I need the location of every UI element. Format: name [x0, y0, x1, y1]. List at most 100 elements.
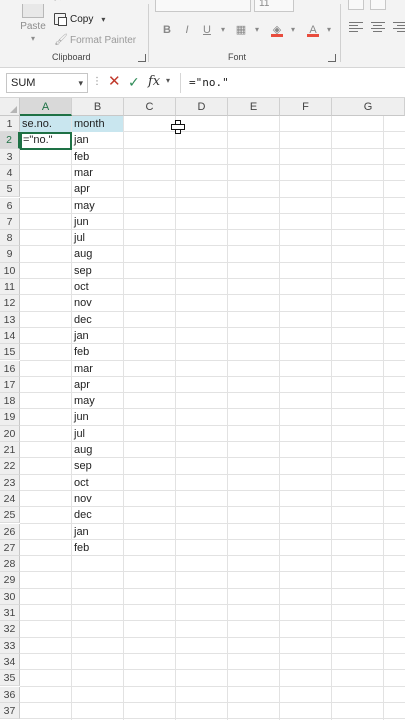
clipboard-launcher-icon[interactable] — [138, 54, 146, 62]
cell-b4[interactable]: mar — [72, 165, 123, 181]
chevron-down-icon[interactable]: ▾ — [78, 74, 83, 92]
cell-b9[interactable]: aug — [72, 246, 123, 262]
cell-b5[interactable]: apr — [72, 181, 123, 197]
select-all-button[interactable] — [0, 98, 20, 116]
cell-b8[interactable]: jul — [72, 230, 123, 246]
bold-button[interactable]: B — [158, 22, 176, 38]
row-header-2[interactable]: 2 — [0, 132, 20, 149]
row-header-32[interactable]: 32 — [0, 621, 20, 638]
row-header-19[interactable]: 19 — [0, 409, 20, 426]
row-header-1[interactable]: 1 — [0, 116, 20, 133]
cell-b22[interactable]: sep — [72, 458, 123, 474]
row-header-7[interactable]: 7 — [0, 213, 20, 231]
row-header-15[interactable]: 15 — [0, 344, 20, 361]
chevron-down-icon[interactable]: ▾ — [284, 22, 302, 38]
active-cell-a2[interactable]: ="no." — [20, 132, 72, 150]
row-header-22[interactable]: 22 — [0, 458, 20, 475]
column-header-e[interactable]: E — [228, 98, 280, 116]
row-header-12[interactable]: 12 — [0, 295, 20, 312]
cell-b10[interactable]: sep — [72, 263, 123, 279]
row-header-37[interactable]: 37 — [0, 702, 20, 720]
name-box[interactable]: SUM ▾ — [6, 73, 88, 93]
column-header-c[interactable]: C — [124, 98, 176, 116]
cell-a1[interactable]: se.no. — [20, 116, 71, 133]
row-header-28[interactable]: 28 — [0, 556, 20, 573]
enter-icon[interactable]: ✓ — [128, 73, 140, 91]
row-header-24[interactable]: 24 — [0, 490, 20, 508]
cell-b24[interactable]: nov — [72, 491, 123, 507]
row-header-16[interactable]: 16 — [0, 360, 20, 377]
row-header-18[interactable]: 18 — [0, 393, 20, 410]
cell-b3[interactable]: feb — [72, 149, 123, 165]
column-header-d[interactable]: D — [176, 98, 228, 116]
row-header-14[interactable]: 14 — [0, 327, 20, 345]
cell-b25[interactable]: dec — [72, 507, 123, 523]
row-header-27[interactable]: 27 — [0, 539, 20, 557]
format-painter-button[interactable]: 🖌 Format Painter — [54, 32, 136, 48]
row-header-21[interactable]: 21 — [0, 442, 20, 459]
cell-b7[interactable]: jun — [72, 214, 123, 230]
row-header-20[interactable]: 20 — [0, 425, 20, 442]
row-header-17[interactable]: 17 — [0, 376, 20, 394]
cell-b15[interactable]: feb — [72, 344, 123, 360]
column-header-b[interactable]: B — [72, 98, 124, 116]
chevron-down-icon[interactable]: ▾ — [214, 22, 232, 38]
cell-b26[interactable]: jan — [72, 524, 123, 540]
column-header-g[interactable]: G — [332, 98, 405, 116]
row-header-5[interactable]: 5 — [0, 181, 20, 198]
cell-b23[interactable]: oct — [72, 475, 123, 491]
cell-b18[interactable]: may — [72, 393, 123, 409]
cell-b17[interactable]: apr — [72, 377, 123, 393]
row-header-4[interactable]: 4 — [0, 164, 20, 182]
more-icon[interactable]: ⋮ — [92, 76, 102, 87]
italic-button[interactable]: I — [178, 22, 196, 38]
row-header-33[interactable]: 33 — [0, 637, 20, 654]
align-middle-button[interactable] — [370, 0, 386, 10]
cell-b12[interactable]: nov — [72, 295, 123, 311]
column-header-a[interactable]: A — [20, 98, 72, 116]
row-header-25[interactable]: 25 — [0, 507, 20, 524]
cell-b16[interactable]: mar — [72, 361, 123, 377]
paste-button[interactable]: Paste ▾ — [18, 4, 48, 48]
cell-b6[interactable]: may — [72, 198, 123, 214]
cell-b27[interactable]: feb — [72, 540, 123, 556]
cell-b21[interactable]: aug — [72, 442, 123, 458]
cell-b20[interactable]: jul — [72, 426, 123, 442]
column-header-f[interactable]: F — [280, 98, 332, 116]
cancel-icon[interactable]: ✕ — [108, 73, 121, 91]
cell-b14[interactable]: jan — [72, 328, 123, 344]
align-right-icon[interactable] — [393, 22, 405, 34]
cell-b11[interactable]: oct — [72, 279, 123, 295]
row-header-8[interactable]: 8 — [0, 230, 20, 247]
cut-button-partial[interactable]: ✂ — [54, 0, 84, 4]
row-header-3[interactable]: 3 — [0, 148, 20, 165]
cell-b19[interactable]: jun — [72, 409, 123, 425]
cell-b2[interactable]: jan — [72, 132, 123, 148]
chevron-down-icon[interactable]: ▾ — [18, 34, 48, 43]
row-header-23[interactable]: 23 — [0, 474, 20, 491]
row-header-34[interactable]: 34 — [0, 653, 20, 671]
row-header-30[interactable]: 30 — [0, 588, 20, 605]
chevron-down-icon[interactable]: ▾ — [248, 22, 266, 38]
row-header-13[interactable]: 13 — [0, 311, 20, 328]
row-header-29[interactable]: 29 — [0, 572, 20, 589]
align-left-icon[interactable] — [349, 22, 363, 34]
cell-b13[interactable]: dec — [72, 312, 123, 328]
row-header-6[interactable]: 6 — [0, 197, 20, 214]
row-header-9[interactable]: 9 — [0, 246, 20, 263]
row-header-26[interactable]: 26 — [0, 523, 20, 540]
copy-button[interactable]: Copy ▾ — [54, 11, 105, 27]
font-name-dropdown[interactable] — [155, 0, 251, 12]
chevron-down-icon[interactable]: ▾ — [101, 15, 105, 24]
align-top-button[interactable] — [348, 0, 364, 10]
spreadsheet-grid[interactable]: A B C D E F G 1 2 3 4 5 6 7 8 9 10 11 12 13 14 15 16 17 18 19 20 21… — [0, 98, 405, 720]
row-header-10[interactable]: 10 — [0, 262, 20, 279]
font-launcher-icon[interactable] — [328, 54, 336, 62]
formula-input[interactable]: ="no." — [180, 73, 402, 93]
row-header-35[interactable]: 35 — [0, 670, 20, 687]
row-header-36[interactable]: 36 — [0, 686, 20, 703]
font-size-dropdown[interactable]: 11 — [254, 0, 294, 12]
insert-function-button[interactable]: fx — [148, 73, 160, 91]
chevron-down-icon[interactable]: ▾ — [320, 22, 338, 38]
row-header-31[interactable]: 31 — [0, 605, 20, 622]
